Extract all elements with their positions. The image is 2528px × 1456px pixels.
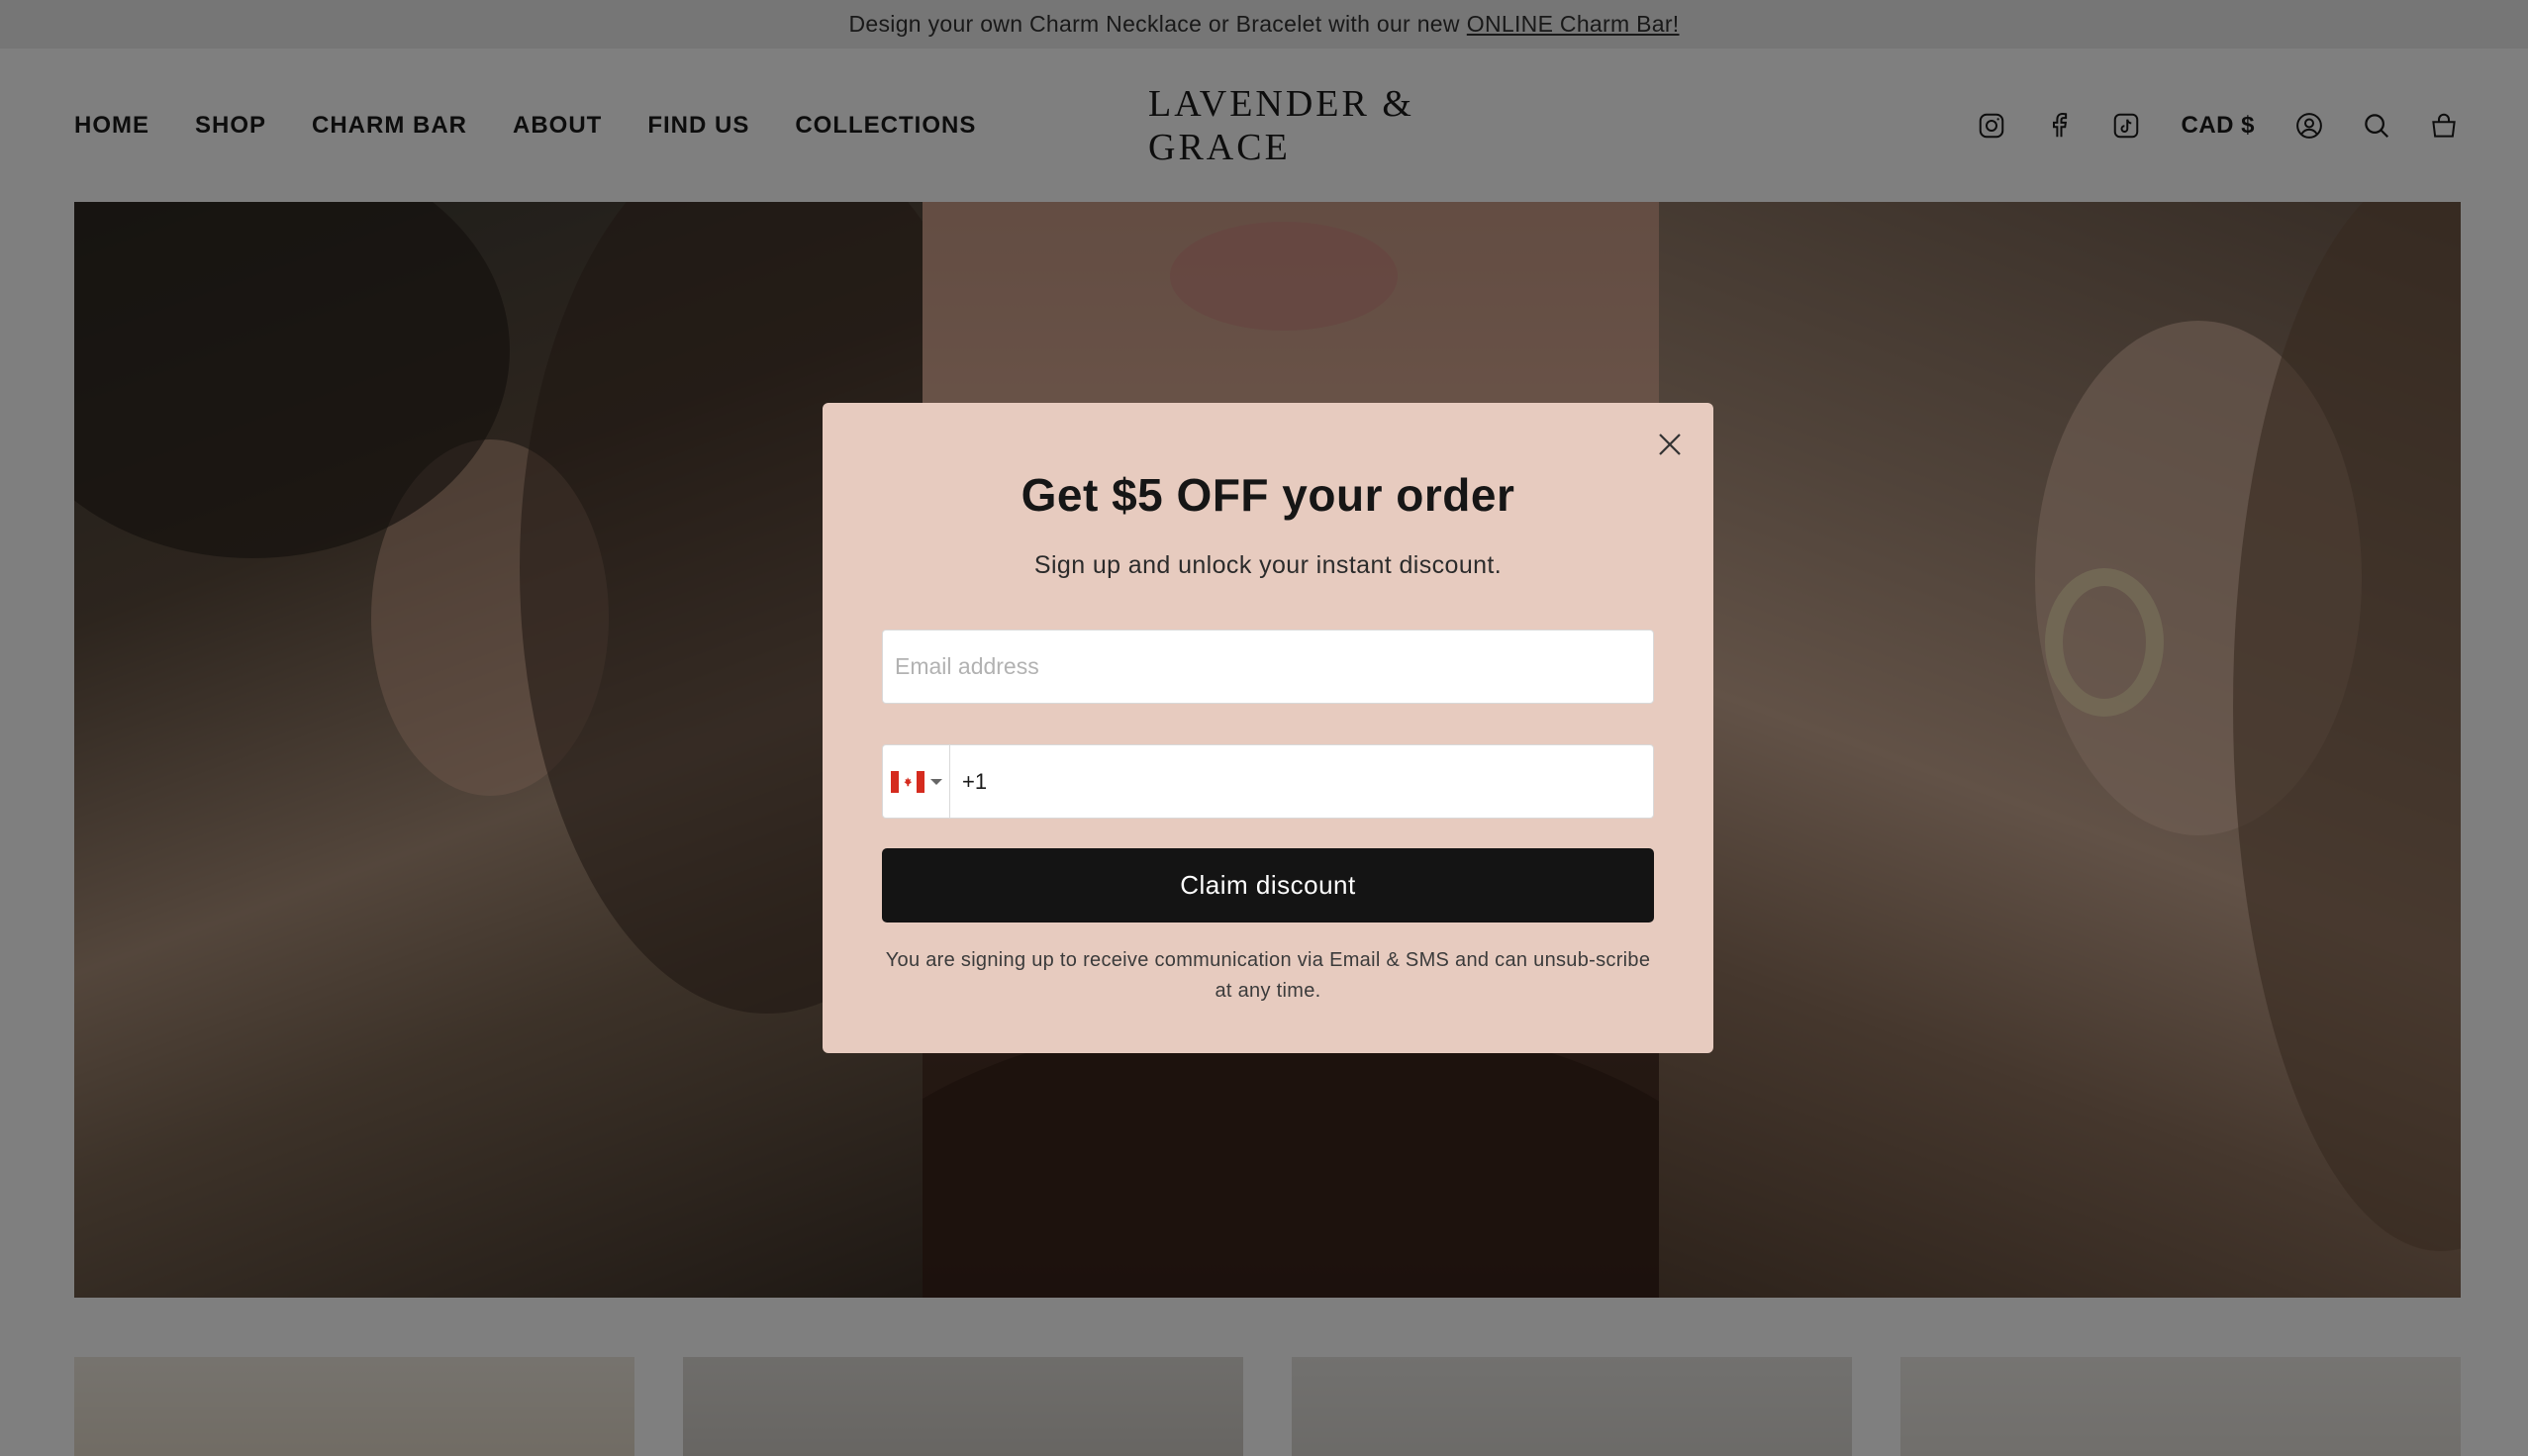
phone-field <box>882 744 1654 819</box>
country-code-selector[interactable] <box>883 745 950 818</box>
modal-title: Get $5 OFF your order <box>1021 469 1515 521</box>
modal-subtitle: Sign up and unlock your instant discount… <box>1033 551 1503 579</box>
phone-number-input[interactable] <box>950 745 1653 818</box>
claim-discount-button[interactable]: Claim discount <box>882 848 1654 922</box>
consent-disclaimer: You are signing up to receive communicat… <box>885 949 1651 1002</box>
discount-signup-modal: Get $5 OFF your order Sign up and unlock… <box>823 403 1713 1053</box>
canada-flag-icon <box>890 770 924 793</box>
email-field[interactable] <box>882 630 1654 704</box>
chevron-down-icon <box>929 778 942 785</box>
close-icon[interactable] <box>1652 427 1688 462</box>
